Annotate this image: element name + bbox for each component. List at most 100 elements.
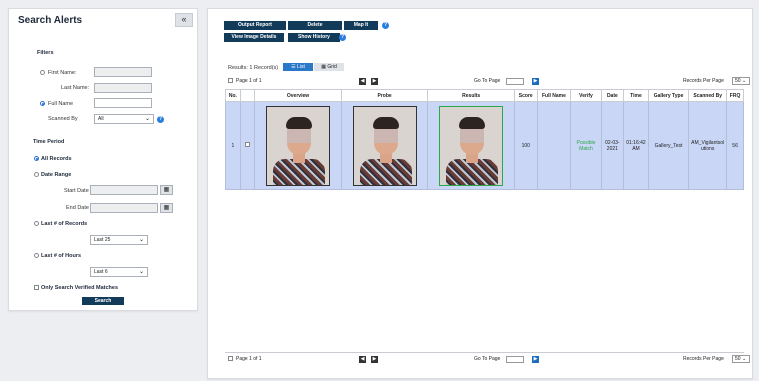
date-range-radio[interactable] (34, 172, 39, 177)
last-hours-label: Last # of Hours (41, 253, 82, 259)
records-per-page-value: 50 (735, 356, 741, 362)
list-tab-label: List (297, 64, 305, 70)
collapse-panel-button[interactable]: « (175, 13, 193, 27)
panel-title: Search Alerts (18, 15, 83, 26)
probe-image[interactable] (352, 105, 417, 186)
last-records-value: Last 25 (94, 237, 111, 243)
goto-label: Go To Page (474, 356, 501, 362)
list-view-tab[interactable]: ☰ List (283, 63, 313, 71)
info-icon[interactable]: ? (382, 22, 389, 29)
all-records-radio[interactable] (34, 156, 39, 161)
info-icon[interactable]: ? (157, 116, 164, 123)
goto-page-input[interactable] (506, 78, 524, 85)
col-header: Gallery Type (647, 89, 690, 102)
records-per-page-select[interactable]: 50 ⌄ (732, 77, 750, 85)
scanned-by-value: All (98, 116, 104, 122)
results-cell (427, 101, 515, 190)
results-table: No. Overview Probe Results Score Full Na… (225, 89, 744, 190)
grid-view-tab[interactable]: ▦ Grid (314, 63, 344, 71)
grid-icon: ▦ (321, 64, 326, 70)
verified-only-label: Only Search Verified Matches (41, 285, 119, 291)
col-header: Verify (570, 89, 602, 102)
scanned-by-cell: AM_Vigilantsolutions (688, 101, 728, 190)
map-it-button[interactable]: Map It (344, 21, 378, 30)
chevron-down-icon: ⌄ (144, 116, 150, 122)
start-date-field[interactable] (90, 185, 158, 195)
full-name-radio[interactable] (40, 101, 45, 106)
verify-cell[interactable]: Possible Match (570, 101, 602, 190)
top-pager: Page 1 of 1 ◀ ▶ Go To Page ▶ Records Per… (226, 77, 750, 87)
info-icon[interactable]: ? (339, 34, 346, 41)
page-indicator: Page 1 of 1 (236, 78, 262, 84)
calendar-icon[interactable]: ▦ (160, 185, 173, 195)
last-hours-radio[interactable] (34, 253, 39, 258)
search-alerts-panel: Search Alerts « Filters First Name: Last… (8, 8, 198, 311)
last-name-field[interactable] (94, 83, 152, 93)
row-number: 1 (225, 101, 241, 190)
records-per-page-value: 50 (735, 78, 741, 84)
next-page-icon[interactable]: ▶ (371, 78, 378, 85)
date-cell: 02-03-2021 (600, 101, 625, 190)
records-per-page-label: Records Per Page (683, 78, 724, 84)
goto-page-input[interactable] (506, 356, 524, 363)
last-hours-select[interactable]: Last 6 ⌄ (90, 267, 148, 277)
calendar-icon[interactable]: ▦ (160, 203, 173, 213)
col-header: Full Name (536, 89, 572, 102)
output-report-button[interactable]: Output Report (224, 21, 286, 30)
overview-image[interactable] (266, 105, 331, 186)
scanned-by-select[interactable]: All ⌄ (94, 114, 154, 124)
prev-page-icon[interactable]: ◀ (359, 78, 366, 85)
col-header: No. (225, 89, 241, 102)
full-name-label: Full Name (48, 101, 74, 107)
last-records-label: Last # of Records (41, 221, 88, 227)
col-header: Score (513, 89, 538, 102)
grid-tab-label: Grid (327, 64, 337, 70)
delete-button[interactable]: Delete (288, 21, 342, 30)
select-all-checkbox[interactable] (228, 356, 233, 361)
col-header: Results (427, 89, 515, 102)
time-cell: 01:16:42 AM (623, 101, 649, 190)
last-records-select[interactable]: Last 25 ⌄ (90, 235, 148, 245)
row-checkbox[interactable] (244, 142, 250, 147)
chevron-down-icon: ⌄ (138, 269, 144, 275)
full-name-cell (536, 101, 572, 190)
last-name-label: Last Name: (61, 85, 90, 91)
chevron-down-icon: ⌄ (741, 356, 747, 362)
records-per-page-select[interactable]: 50 ⌄ (732, 355, 750, 363)
page-indicator: Page 1 of 1 (236, 356, 262, 362)
col-header: Scanned By (688, 89, 728, 102)
first-name-radio[interactable] (40, 70, 45, 75)
last-records-radio[interactable] (34, 221, 39, 226)
col-header: Time (623, 89, 649, 102)
go-icon[interactable]: ▶ (532, 78, 539, 85)
table-bottom-divider (225, 352, 744, 353)
result-image[interactable] (439, 105, 504, 186)
chevron-down-icon: ⌄ (138, 237, 144, 243)
prev-page-icon[interactable]: ◀ (359, 356, 366, 363)
verified-only-checkbox[interactable] (34, 285, 39, 290)
search-button[interactable]: Search (82, 297, 124, 305)
last-hours-value: Last 6 (94, 269, 108, 275)
all-records-label: All Records (41, 156, 72, 162)
col-header (239, 89, 256, 102)
col-header: Overview (254, 89, 342, 102)
gallery-type-cell: Gallery_Test (647, 101, 690, 190)
full-name-field[interactable] (94, 98, 152, 108)
bottom-pager: Page 1 of 1 ◀ ▶ Go To Page ▶ Records Per… (226, 355, 750, 365)
frq-cell: 56 (726, 101, 744, 190)
select-all-checkbox[interactable] (228, 78, 233, 83)
table-row[interactable]: 1 100 Possible Match 02-03-2021 01:16:42… (225, 101, 744, 190)
score-cell: 100 (513, 101, 538, 190)
filters-heading: Filters (37, 50, 54, 56)
records-per-page-label: Records Per Page (683, 356, 724, 362)
list-icon: ☰ (291, 64, 296, 70)
go-icon[interactable]: ▶ (532, 356, 539, 363)
end-date-label: End Date (66, 205, 89, 211)
results-count: Results: 1 Record(s) (228, 65, 279, 71)
next-page-icon[interactable]: ▶ (371, 356, 378, 363)
view-image-details-button[interactable]: View Image Details (224, 33, 284, 42)
end-date-field[interactable] (90, 203, 158, 213)
chevron-down-icon: ⌄ (741, 78, 747, 84)
show-history-button[interactable]: Show History (288, 33, 340, 42)
first-name-field[interactable] (94, 67, 152, 77)
